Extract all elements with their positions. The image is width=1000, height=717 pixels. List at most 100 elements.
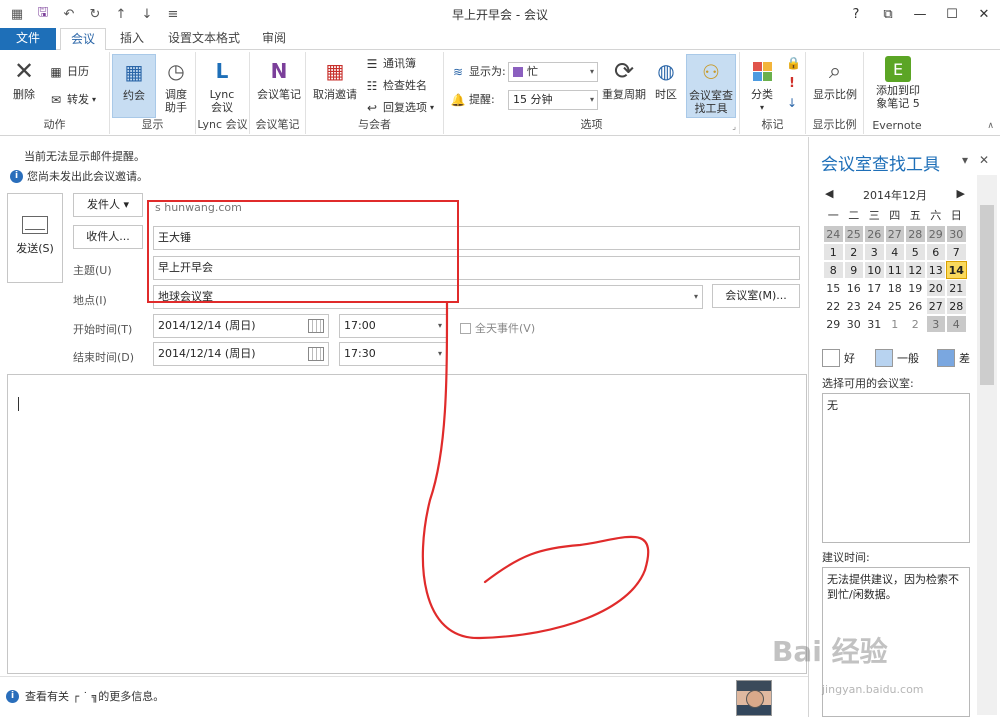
checkbox-box[interactable] [460,322,471,334]
dropdown-arrow-icon[interactable]: ▾ [438,315,442,337]
appointment-button[interactable]: ▦ 约会 [112,54,156,118]
show-as-select[interactable]: 忙 ▾ [508,62,598,82]
pane-menu-icon[interactable]: ▾ [962,153,968,167]
calendar-day[interactable]: 26 [864,225,885,243]
scrollbar-thumb[interactable] [980,205,994,385]
calendar-day[interactable]: 5 [905,243,926,261]
calendar-day[interactable]: 4 [884,243,905,261]
calendar-day[interactable]: 31 [864,315,885,333]
start-date-field[interactable]: 2014/12/14 (周日) [153,314,329,338]
calendar-day[interactable]: 6 [925,243,946,261]
calendar-day[interactable]: 29 [823,315,844,333]
calendar-day[interactable]: 28 [946,297,967,315]
calendar-day[interactable]: 7 [946,243,967,261]
add-to-evernote-button[interactable]: E 添加到印象笔记 5 [870,54,926,110]
address-book-button[interactable]: ☰ 通讯簿 [364,54,416,74]
calendar-day[interactable]: 2 [905,315,926,333]
calendar-day[interactable]: 21 [946,279,967,297]
calendar-day[interactable]: 13 [925,261,946,279]
options-dialog-launcher-icon[interactable]: ⌟ [732,122,736,131]
calendar-day[interactable]: 18 [884,279,905,297]
start-time-field[interactable]: 17:00 ▾ [339,314,447,338]
calendar-day[interactable]: 30 [946,225,967,243]
end-time-field[interactable]: 17:30 ▾ [339,342,447,366]
delete-button[interactable]: ✕ 删除 [2,54,46,102]
calendar-day[interactable]: 15 [823,279,844,297]
next-month-icon[interactable]: ▶ [957,187,965,203]
dropdown-arrow-icon[interactable]: ▾ [694,286,698,308]
date-picker-icon[interactable] [308,319,324,333]
calendar-day[interactable]: 25 [843,225,864,243]
people-info[interactable]: i 查看有关 ┌ ˙ ╗的更多信息。 [6,688,164,704]
calendar-day[interactable]: 17 [864,279,885,297]
recurrence-button[interactable]: ⟳ 重复周期 [600,54,648,102]
calendar-day[interactable]: 11 [884,261,905,279]
calendar-day[interactable]: 3 [925,315,946,333]
calendar-day[interactable]: 3 [864,243,885,261]
meeting-notes-button[interactable]: N 会议笔记 [254,54,304,102]
private-lock-icon[interactable]: 🔒 [786,56,801,70]
calendar-day[interactable]: 24 [864,297,885,315]
room-finder-button[interactable]: ⚇ 会议室查找工具 [686,54,736,118]
location-field[interactable]: 地球会议室 ▾ [153,285,703,309]
avatar[interactable] [736,680,772,716]
calendar-day[interactable]: 16 [843,279,864,297]
calendar-day[interactable]: 24 [823,225,844,243]
calendar-day[interactable]: 12 [905,261,926,279]
close-button[interactable]: ✕ [968,0,1000,28]
calendar-day[interactable]: 23 [843,297,864,315]
response-options-button[interactable]: ↩ 回复选项 ▾ [364,98,434,118]
tab-file[interactable]: 文件 [0,28,56,50]
zoom-button[interactable]: ⌕ 显示比例 [810,54,860,101]
calendar-day[interactable]: 1 [884,315,905,333]
calendar-day[interactable]: 9 [843,261,864,279]
minimize-button[interactable]: — [904,0,936,28]
subject-field[interactable]: 早上开早会 [153,256,800,280]
scheduling-assistant-button[interactable]: ◷ 调度助手 [154,54,198,115]
available-rooms-list[interactable]: 无 [822,393,970,543]
calendar-day[interactable]: 30 [843,315,864,333]
from-button[interactable]: 发件人 ▾ [73,193,143,217]
cancel-invitation-button[interactable]: ▦ 取消邀请 [310,54,360,102]
categorize-button[interactable]: 分类 ▾ [742,54,782,114]
calendar-day[interactable]: 26 [905,297,926,315]
date-picker-icon[interactable] [308,347,324,361]
tab-review[interactable]: 审阅 [252,28,296,50]
check-names-button[interactable]: ☷ 检查姓名 [364,76,427,96]
calendar-day[interactable]: 22 [823,297,844,315]
calendar-day[interactable]: 29 [925,225,946,243]
calendar-day[interactable]: 19 [905,279,926,297]
calendar-day[interactable]: 27 [884,225,905,243]
tab-format-text[interactable]: 设置文本格式 [160,28,248,50]
calendar-day-today[interactable]: 14 [946,261,967,279]
calendar-day[interactable]: 8 [823,261,844,279]
rooms-button[interactable]: 会议室(M)... [712,284,800,308]
low-importance-icon[interactable]: ↓ [787,96,797,110]
calendar-day[interactable]: 28 [905,225,926,243]
calendar-day[interactable]: 25 [884,297,905,315]
help-button[interactable]: ? [840,0,872,28]
pane-close-icon[interactable]: ✕ [979,153,989,167]
forward-button[interactable]: ✉ 转发 ▾ [48,90,96,110]
calendar-button[interactable]: ▦ 日历 [48,62,89,82]
message-body[interactable] [7,374,807,674]
calendar-day[interactable]: 20 [925,279,946,297]
high-importance-icon[interactable]: ! [789,76,795,91]
to-button[interactable]: 收件人... [73,225,143,249]
calendar-day[interactable]: 1 [823,243,844,261]
time-zones-button[interactable]: ◍ 时区 [646,54,686,102]
dropdown-arrow-icon[interactable]: ▾ [438,343,442,365]
lync-meeting-button[interactable]: L Lync 会议 [200,54,244,115]
all-day-checkbox[interactable]: 全天事件(V) [460,320,535,336]
tab-insert[interactable]: 插入 [112,28,152,50]
previous-month-icon[interactable]: ◀ [825,187,833,203]
calendar-day[interactable]: 2 [843,243,864,261]
maximize-button[interactable]: ☐ [936,0,968,28]
end-date-field[interactable]: 2014/12/14 (周日) [153,342,329,366]
calendar-day[interactable]: 4 [946,315,967,333]
pane-scrollbar[interactable] [977,175,997,715]
calendar-day[interactable]: 27 [925,297,946,315]
collapse-ribbon-icon[interactable]: ∧ [987,121,994,131]
calendar-day[interactable]: 10 [864,261,885,279]
ribbon-display-button[interactable]: ⧉ [872,0,904,28]
